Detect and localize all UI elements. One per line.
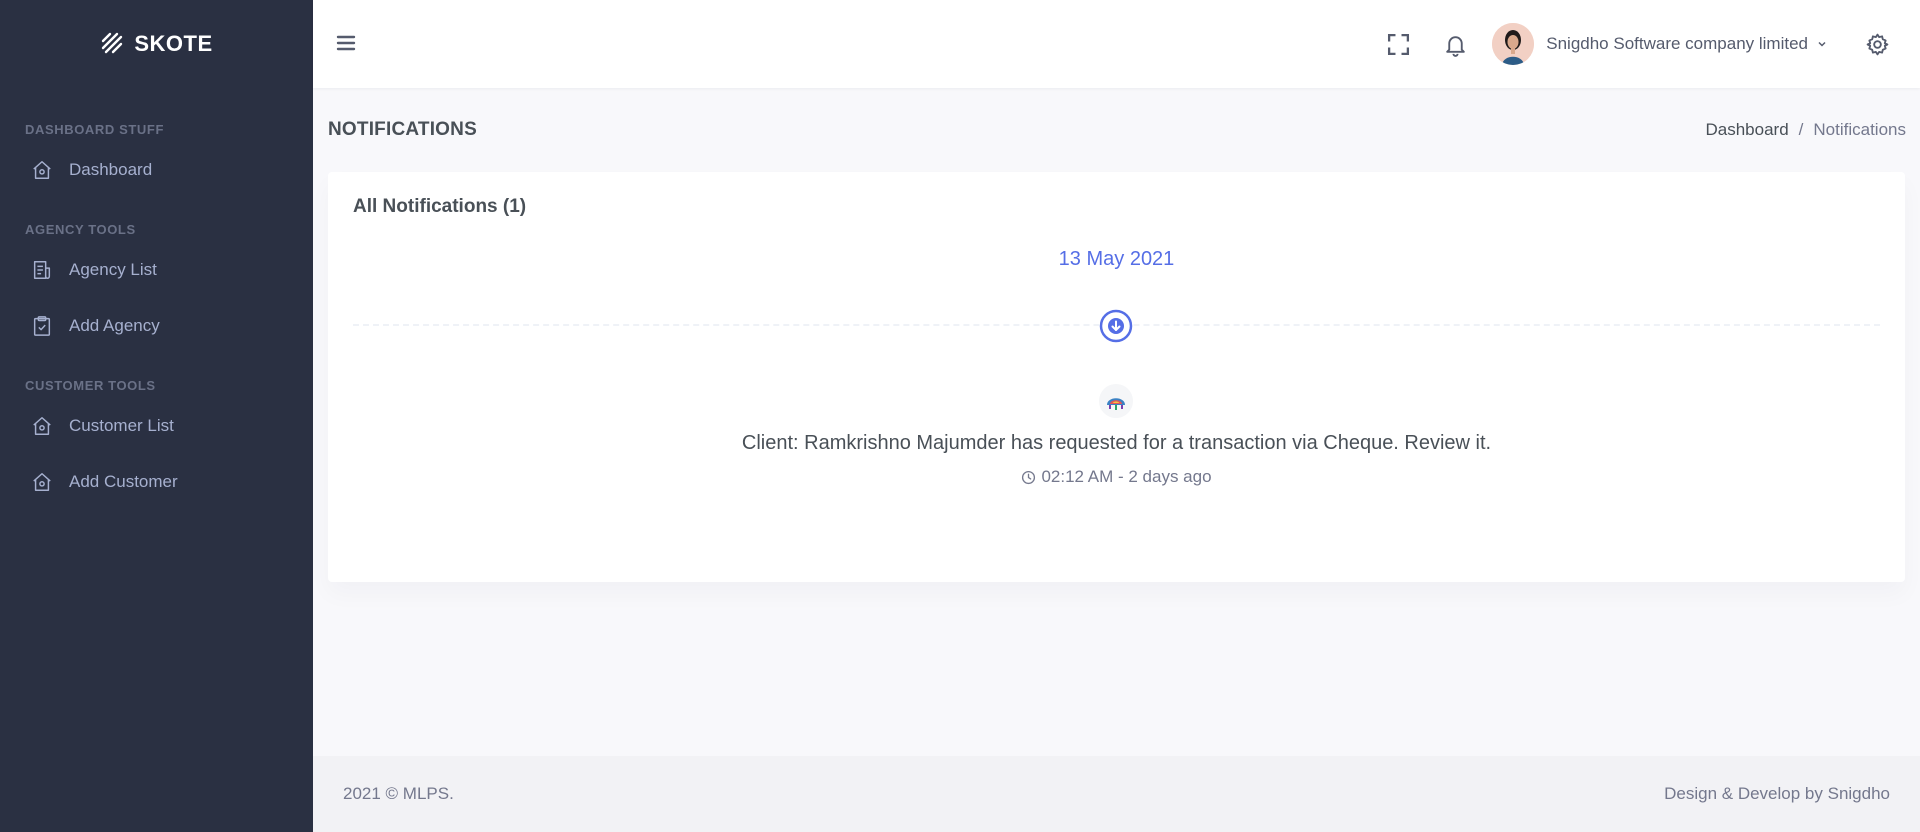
- sidebar-item-add-customer[interactable]: Add Customer: [0, 454, 313, 510]
- gear-icon[interactable]: [1862, 29, 1892, 59]
- sidebar-item-label: Add Customer: [69, 472, 178, 491]
- sidebar-menu: DASHBOARD STUFF Dashboard AGENCY TOOLS A…: [0, 88, 313, 510]
- sidebar-item-label: Customer List: [69, 416, 174, 435]
- notification-message[interactable]: Client: Ramkrishno Majumder has requeste…: [328, 432, 1905, 455]
- clipboard-check-icon: [30, 314, 54, 338]
- chevron-down-icon: [1818, 41, 1826, 47]
- breadcrumb-current: Notifications: [1813, 120, 1906, 139]
- sidebar-item-add-agency[interactable]: Add Agency: [0, 298, 313, 354]
- topbar-actions: Snigdho Software company limited: [1383, 0, 1920, 88]
- breadcrumb-dashboard-link[interactable]: Dashboard: [1705, 120, 1788, 140]
- sidebar-item-label: Agency List: [69, 260, 157, 279]
- brand-logo[interactable]: SKOTE: [0, 0, 313, 88]
- footer-credit: Design & Develop by Snigdho: [1664, 784, 1890, 803]
- footer: 2021 © MLPS. Design & Develop by Snigdho: [313, 756, 1920, 832]
- sidebar-item-agency-list[interactable]: Agency List: [0, 242, 313, 298]
- brand-name: SKOTE: [134, 31, 213, 56]
- fullscreen-icon[interactable]: [1383, 29, 1413, 59]
- breadcrumb: Dashboard / Notifications: [1705, 120, 1906, 140]
- breadcrumb-separator: /: [1798, 120, 1804, 139]
- menu-section-title: AGENCY TOOLS: [25, 222, 136, 237]
- bell-icon[interactable]: [1440, 29, 1470, 59]
- page-title-box: NOTIFICATIONS Dashboard / Notifications: [328, 116, 1906, 144]
- avatar: [1492, 23, 1535, 65]
- clock-icon: [1022, 470, 1036, 484]
- user-dropdown[interactable]: Snigdho Software company limited: [1492, 23, 1828, 65]
- sidebar-item-dashboard[interactable]: Dashboard: [0, 142, 313, 198]
- home-icon: [30, 414, 54, 438]
- sidebar-item-customer-list[interactable]: Customer List: [0, 398, 313, 454]
- receipt-icon: [30, 258, 54, 282]
- page-title: NOTIFICATIONS: [328, 119, 477, 140]
- notification-time-text: 02:12 AM - 2 days ago: [1041, 467, 1212, 486]
- notification-date: 13 May 2021: [1058, 248, 1175, 270]
- hamburger-icon[interactable]: [335, 32, 357, 54]
- sidebar-item-label: Dashboard: [69, 160, 153, 179]
- notification-time: 02:12 AM - 2 days ago: [328, 467, 1905, 487]
- menu-section-title: DASHBOARD STUFF: [25, 122, 164, 137]
- home-icon: [30, 470, 54, 494]
- skote-logo-icon: [102, 32, 123, 54]
- card-title: All Notifications (1): [353, 196, 527, 217]
- sidebar: SKOTE DASHBOARD STUFF Dashboard AGENCY T…: [0, 0, 313, 832]
- sidebar-item-label: Add Agency: [69, 316, 160, 335]
- topbar: Snigdho Software company limited: [313, 0, 1920, 88]
- menu-section-title: CUSTOMER TOOLS: [25, 378, 156, 393]
- user-name: Snigdho Software company limited: [1546, 34, 1808, 53]
- arrow-down-circle-icon[interactable]: [1099, 309, 1133, 343]
- home-icon: [30, 158, 54, 182]
- notifications-card: All Notifications (1) 13 May 2021 Client…: [328, 172, 1905, 582]
- client-avatar: [1099, 384, 1133, 418]
- footer-copyright: 2021 © MLPS.: [343, 784, 454, 803]
